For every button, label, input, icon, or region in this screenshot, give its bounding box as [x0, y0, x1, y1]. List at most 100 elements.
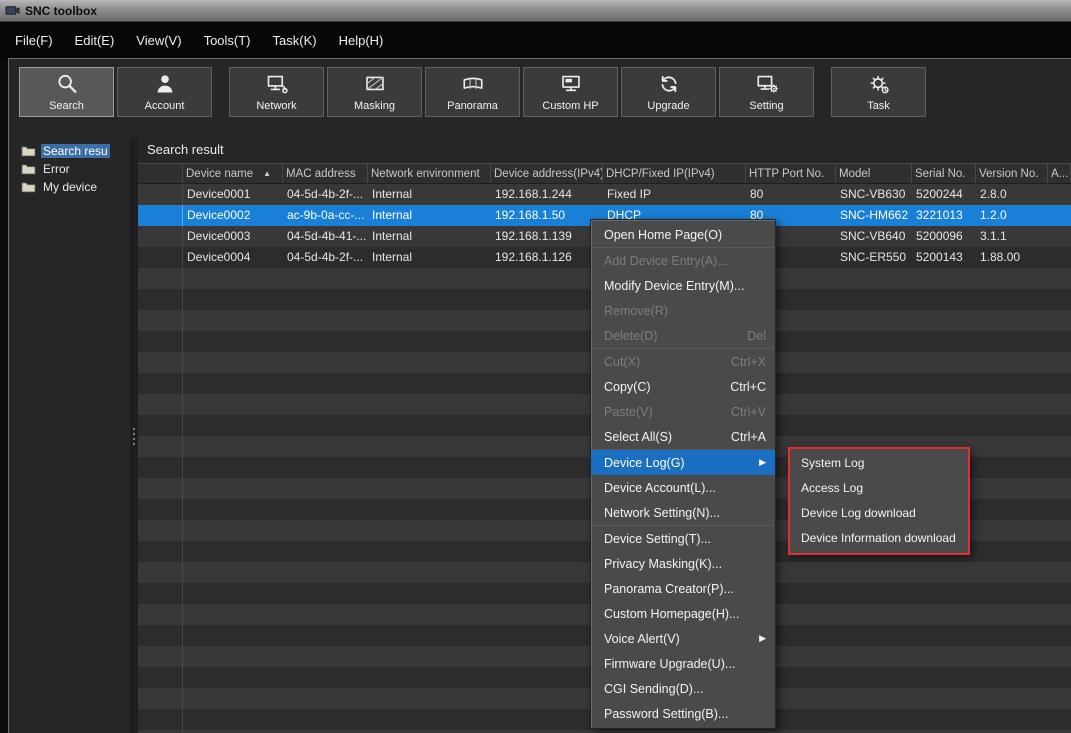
sidebar-item-my-device[interactable]: My device — [9, 178, 130, 196]
device-log-submenu: System LogAccess LogDevice Log downloadD… — [788, 447, 970, 555]
cell — [138, 478, 183, 499]
context-menu-item-device-account-l[interactable]: Device Account(L)... — [591, 475, 775, 500]
column-header-serial-no[interactable]: Serial No. — [912, 164, 976, 183]
context-menu-item-panorama-creator-p[interactable]: Panorama Creator(P)... — [591, 576, 775, 601]
sidebar-tree: Search resu ErrorMy device — [9, 139, 130, 733]
context-menu-item-device-log-g[interactable]: Device Log(G) ▶ — [591, 450, 775, 475]
column-header-dhcp-fixed-ip-ipv4[interactable]: DHCP/Fixed IP(IPv4) — [603, 164, 746, 183]
context-menu-item-select-all-s[interactable]: Select All(S)Ctrl+A — [591, 424, 775, 449]
column-header-device-name[interactable]: Device name ▲ — [183, 164, 283, 183]
column-header-row-selector[interactable] — [138, 164, 183, 183]
context-menu-shortcut: Ctrl+A — [731, 430, 766, 444]
submenu-item-system-log[interactable]: System Log — [790, 451, 968, 476]
menubar-item-help-h[interactable]: Help(H) — [328, 30, 395, 51]
cell: 192.168.1.139 — [491, 226, 603, 247]
toolbar-button-network[interactable]: Network — [229, 67, 324, 117]
column-header-version-no[interactable]: Version No. — [976, 164, 1048, 183]
column-header-model[interactable]: Model — [836, 164, 912, 183]
toolbar-button-search[interactable]: Search — [19, 67, 114, 117]
context-menu-item-device-setting-t[interactable]: Device Setting(T)... — [591, 526, 775, 551]
menubar-item-view-v[interactable]: View(V) — [125, 30, 192, 51]
cell — [138, 520, 183, 541]
cell: Device0002 — [183, 205, 283, 226]
toolbar-button-task[interactable]: Task — [831, 67, 926, 117]
cell — [138, 352, 183, 373]
cell — [138, 184, 183, 205]
cell: 1.88.00 — [976, 247, 1048, 268]
toolbar-button-label: Search — [49, 101, 84, 112]
context-menu-item-label: Delete(D) — [604, 329, 658, 343]
sidebar-splitter[interactable] — [130, 139, 138, 733]
toolbar-button-account[interactable]: Account — [117, 67, 212, 117]
column-header-device-address-ipv4[interactable]: Device address(IPv4) — [491, 164, 603, 183]
context-menu-item-label: Network Setting(N)... — [604, 506, 720, 520]
sort-ascending-icon: ▲ — [263, 169, 271, 178]
context-menu-item-custom-homepage-h[interactable]: Custom Homepage(H)... — [591, 601, 775, 626]
toolbar-button-setting[interactable]: Setting — [719, 67, 814, 117]
context-menu-item-delete-d: Delete(D)Del — [591, 323, 775, 348]
search-icon — [55, 72, 79, 96]
toolbar-button-label: Setting — [749, 101, 783, 112]
context-menu-item-network-setting-n[interactable]: Network Setting(N)... — [591, 500, 775, 525]
context-menu-item-label: Password Setting(B)... — [604, 707, 728, 721]
cell — [1048, 184, 1071, 205]
column-header-http-port-no[interactable]: HTTP Port No. — [746, 164, 836, 183]
column-header-label: Device name — [186, 168, 253, 180]
context-menu-item-cut-x: Cut(X)Ctrl+X — [591, 349, 775, 374]
context-menu-item-paste-v: Paste(V)Ctrl+V — [591, 399, 775, 424]
context-menu-item-voice-alert-v[interactable]: Voice Alert(V)▶ — [591, 626, 775, 651]
context-menu-shortcut: Ctrl+V — [731, 405, 766, 419]
toolbar-button-custom-hp[interactable]: Custom HP — [523, 67, 618, 117]
context-menu-item-password-setting-b[interactable]: Password Setting(B)... — [591, 701, 775, 726]
column-header-network-environment[interactable]: Network environment — [368, 164, 491, 183]
menubar-item-task-k[interactable]: Task(K) — [262, 30, 328, 51]
sidebar-item-search-resu[interactable]: Search resu — [9, 142, 130, 160]
cell: Internal — [368, 226, 491, 247]
menubar-item-edit-e[interactable]: Edit(E) — [64, 30, 126, 51]
app-icon[interactable] — [5, 3, 20, 18]
table-row[interactable]: Device000104-5d-4b-2f-...Internal192.168… — [138, 184, 1071, 205]
toolbar-button-upgrade[interactable]: Upgrade — [621, 67, 716, 117]
cell — [138, 541, 183, 562]
context-menu-item-modify-device-entry-m[interactable]: Modify Device Entry(M)... — [591, 273, 775, 298]
cell — [138, 625, 183, 646]
toolbar-button-panorama[interactable]: Panorama — [425, 67, 520, 117]
cell — [138, 604, 183, 625]
toolbar-button-label: Masking — [354, 101, 395, 112]
context-menu-item-firmware-upgrade-u[interactable]: Firmware Upgrade(U)... — [591, 651, 775, 676]
submenu-arrow-icon: ▶ — [759, 457, 766, 468]
context-menu-item-cgi-sending-d[interactable]: CGI Sending(D)... — [591, 676, 775, 701]
toolbar-button-label: Upgrade — [647, 101, 689, 112]
submenu-item-device-log-download[interactable]: Device Log download — [790, 501, 968, 526]
cell — [138, 373, 183, 394]
submenu-item-access-log[interactable]: Access Log — [790, 476, 968, 501]
cell — [138, 226, 183, 247]
context-menu-item-label: Copy(C) — [604, 380, 651, 394]
sidebar-item-error[interactable]: Error — [9, 160, 130, 178]
column-header-label: Version No. — [979, 168, 1038, 180]
context-menu-item-open-home-page-o[interactable]: Open Home Page(O) — [591, 222, 775, 247]
toolbar-button-label: Custom HP — [542, 101, 598, 112]
cell: Fixed IP — [603, 184, 746, 205]
content-panel: Search Account Network Masking Panorama Custo… — [8, 58, 1071, 733]
cell — [138, 331, 183, 352]
context-menu-item-label: Device Log(G) — [604, 456, 685, 470]
toolbar-button-masking[interactable]: Masking — [327, 67, 422, 117]
sidebar-item-label: Search resu — [41, 144, 110, 158]
cell — [138, 268, 183, 289]
context-menu-item-privacy-masking-k[interactable]: Privacy Masking(K)... — [591, 551, 775, 576]
submenu-item-device-information-download[interactable]: Device Information download — [790, 526, 968, 551]
cell: ac-9b-0a-cc-... — [283, 205, 368, 226]
column-header-a[interactable]: A... — [1048, 164, 1071, 183]
cell: 192.168.1.126 — [491, 247, 603, 268]
toolbar-button-label: Task — [867, 101, 890, 112]
cell: 5200096 — [912, 226, 976, 247]
menubar-item-tools-t[interactable]: Tools(T) — [193, 30, 262, 51]
menubar-item-file-f[interactable]: File(F) — [4, 30, 64, 51]
column-header-label: HTTP Port No. — [749, 168, 824, 180]
toolbar: Search Account Network Masking Panorama Custo… — [19, 67, 926, 117]
account-icon — [153, 72, 177, 96]
context-menu-item-copy-c[interactable]: Copy(C)Ctrl+C — [591, 374, 775, 399]
column-header-mac-address[interactable]: MAC address — [283, 164, 368, 183]
context-menu-item-label: Custom Homepage(H)... — [604, 607, 739, 621]
